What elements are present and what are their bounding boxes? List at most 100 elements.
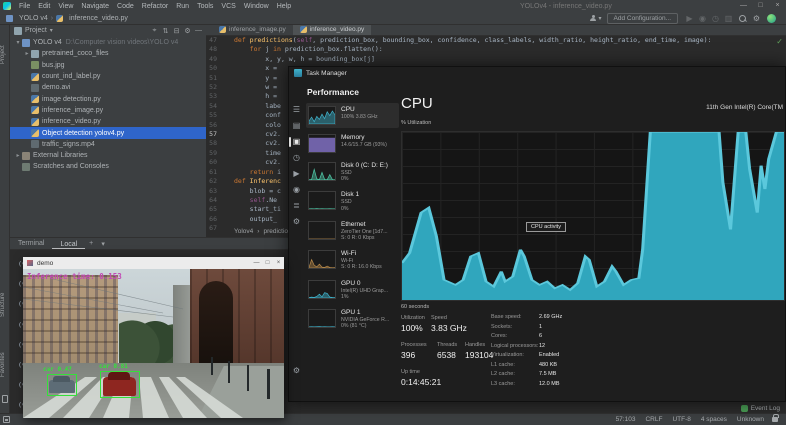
tree-item-demo-avi[interactable]: demo.avi: [10, 82, 206, 93]
tool-window-tab-favorites[interactable]: Favorites: [0, 340, 10, 390]
terminal-title[interactable]: Terminal: [10, 240, 52, 247]
menu-edit[interactable]: Edit: [34, 3, 54, 10]
close-icon[interactable]: ×: [769, 0, 786, 12]
menu-icon[interactable]: ☰: [289, 105, 304, 115]
tm-sidebar-name: Disk 1: [341, 191, 359, 199]
processes-icon[interactable]: ▤: [289, 121, 304, 131]
wi-fi-sparkline: [308, 250, 336, 269]
collapse-all-icon[interactable]: ⊟: [171, 27, 182, 35]
project-panel-title[interactable]: Project: [25, 27, 47, 34]
grid-icon[interactable]: ▥: [722, 12, 735, 25]
tree-item-inference-image-py[interactable]: inference_image.py: [10, 105, 206, 116]
startup-apps-icon[interactable]: ▶: [289, 169, 304, 179]
breadcrumb-separator: ›: [257, 228, 259, 235]
menu-view[interactable]: View: [54, 3, 77, 10]
status-item-4[interactable]: Unknown: [737, 416, 764, 423]
coverage-icon[interactable]: ◉: [696, 12, 709, 25]
users-icon[interactable]: ◉: [289, 185, 304, 195]
status-item-0[interactable]: 57:103: [616, 416, 636, 423]
menu-tools[interactable]: Tools: [193, 3, 217, 10]
new-session-plus-icon[interactable]: +: [85, 240, 97, 247]
menu-window[interactable]: Window: [240, 3, 273, 10]
minimize-icon[interactable]: —: [251, 257, 262, 269]
search-icon[interactable]: [738, 14, 747, 23]
menu-navigate[interactable]: Navigate: [77, 3, 113, 10]
tree-item-image-detection-py[interactable]: image detection.py: [10, 93, 206, 104]
tm-sidebar-text: EthernetZeroTier One [1d7...S: 0 R: 0 Kb…: [341, 221, 388, 241]
menu-vcs[interactable]: VCS: [217, 3, 239, 10]
tm-sidebar-cpu[interactable]: CPU100% 3.83 GHz: [306, 103, 399, 128]
screen: FileEditViewNavigateCodeRefactorRunTools…: [0, 0, 786, 425]
status-item-3[interactable]: 4 spaces: [701, 416, 727, 423]
status-item-1[interactable]: CRLF: [645, 416, 662, 423]
gear-icon[interactable]: ⚙: [182, 27, 193, 35]
expander-icon[interactable]: ▸: [14, 152, 22, 159]
terminal-tab-local[interactable]: Local: [52, 238, 85, 249]
expand-collapse-icon[interactable]: ⇅: [160, 27, 171, 35]
chevron-down-icon[interactable]: ▾: [599, 15, 602, 22]
terminal-strip-icon[interactable]: [2, 395, 8, 403]
chevron-down-icon[interactable]: ▾: [50, 27, 53, 34]
cpu-model-label: 11th Gen Intel(R) Core(TM: [706, 104, 783, 111]
performance-icon[interactable]: ▣: [289, 137, 304, 147]
stat-value: 6: [539, 333, 542, 339]
add-configuration-button[interactable]: Add Configuration...: [607, 13, 678, 24]
tm-sidebar-memory[interactable]: Memory14.6/15.7 GB (93%): [306, 131, 399, 156]
tab-inference-image-py[interactable]: inference_image.py: [212, 24, 293, 35]
tool-window-switcher-icon[interactable]: [3, 416, 10, 423]
menu-refactor[interactable]: Refactor: [138, 3, 172, 10]
settings-gear-icon[interactable]: ⚙: [289, 366, 304, 375]
expander-icon[interactable]: ▾: [14, 39, 22, 46]
tm-sidebar-disk-1[interactable]: Disk 1SSD0%: [306, 188, 399, 214]
tree-item-bus-jpg[interactable]: bus.jpg: [10, 60, 206, 71]
details-icon[interactable]: ≣: [289, 201, 304, 211]
tm-sidebar-wi-fi[interactable]: Wi-FiWi-FiS: 0 R: 16.0 Kbps: [306, 247, 399, 273]
profiler-icon[interactable]: ◷: [709, 12, 722, 25]
demo-titlebar[interactable]: demo — □ ×: [23, 257, 284, 269]
lock-icon[interactable]: [772, 417, 778, 422]
tree-item-scratches-and-consoles[interactable]: Scratches and Consoles: [10, 161, 206, 172]
expander-icon[interactable]: ▸: [23, 50, 31, 57]
tool-window-tab-structure[interactable]: Structure: [0, 280, 10, 330]
menu-run[interactable]: Run: [172, 3, 193, 10]
maximize-icon[interactable]: □: [752, 0, 769, 12]
hide-panel-icon[interactable]: —: [193, 27, 204, 35]
tree-item-count-ind-label-py[interactable]: count_ind_label.py: [10, 71, 206, 82]
breadcrumb-file[interactable]: inference_video.py: [69, 15, 128, 22]
code-segment: colo: [234, 121, 281, 129]
tree-item-yolo-v4[interactable]: ▾YOLO v4D:\Computer vision videos\YOLO v…: [10, 37, 206, 48]
app-history-icon[interactable]: ◷: [289, 153, 304, 163]
avatar[interactable]: [767, 14, 776, 23]
tree-item-object-detection-yolov4-py[interactable]: Object detection yolov4.py: [10, 127, 206, 138]
tree-item-inference-video-py[interactable]: inference_video.py: [10, 116, 206, 127]
breadcrumb-class[interactable]: Yolov4: [234, 228, 253, 235]
breadcrumb-project[interactable]: YOLO v4: [19, 15, 48, 22]
menu-file[interactable]: File: [15, 3, 34, 10]
bollard: [228, 361, 230, 383]
event-log-button[interactable]: Event Log: [741, 405, 780, 412]
tm-sidebar-name: GPU 1: [341, 309, 389, 317]
chevron-down-icon[interactable]: ▾: [97, 240, 109, 248]
tab-inference-video-py[interactable]: inference_video.py: [293, 24, 372, 35]
tree-item-traffic-signs-mp4[interactable]: traffic_signs.mp4: [10, 139, 206, 150]
tool-window-tab-project[interactable]: Project: [0, 35, 10, 75]
locate-icon[interactable]: ⌖: [149, 27, 160, 35]
tree-item-pretrained-coco-files[interactable]: ▸pretrained_coco_files: [10, 48, 206, 59]
run-icon[interactable]: ▶: [683, 12, 696, 25]
settings-gear-icon[interactable]: ⚙: [750, 12, 763, 25]
tm-sidebar-gpu-0[interactable]: GPU 0Intel(R) UHD Grap...1%: [306, 277, 399, 303]
status-item-2[interactable]: UTF-8: [672, 416, 690, 423]
close-icon[interactable]: ×: [273, 257, 284, 269]
gpu-1-sparkline: [308, 309, 336, 328]
menu-code[interactable]: Code: [113, 3, 138, 10]
user-icon[interactable]: [590, 15, 597, 22]
tree-item-external-libraries[interactable]: ▸External Libraries: [10, 150, 206, 161]
code-segment: output_: [234, 215, 277, 223]
services-icon[interactable]: ⚙: [289, 217, 304, 227]
menu-help[interactable]: Help: [273, 3, 295, 10]
tm-sidebar-gpu-1[interactable]: GPU 1NVIDIA GeForce R...0% (81 °C): [306, 306, 399, 332]
minimize-icon[interactable]: —: [735, 0, 752, 12]
tm-sidebar-ethernet[interactable]: EthernetZeroTier One [1d7...S: 0 R: 0 Kb…: [306, 218, 399, 244]
maximize-icon[interactable]: □: [262, 257, 273, 269]
tm-sidebar-disk-0-c-d-e[interactable]: Disk 0 (C: D: E:)SSD0%: [306, 159, 399, 185]
